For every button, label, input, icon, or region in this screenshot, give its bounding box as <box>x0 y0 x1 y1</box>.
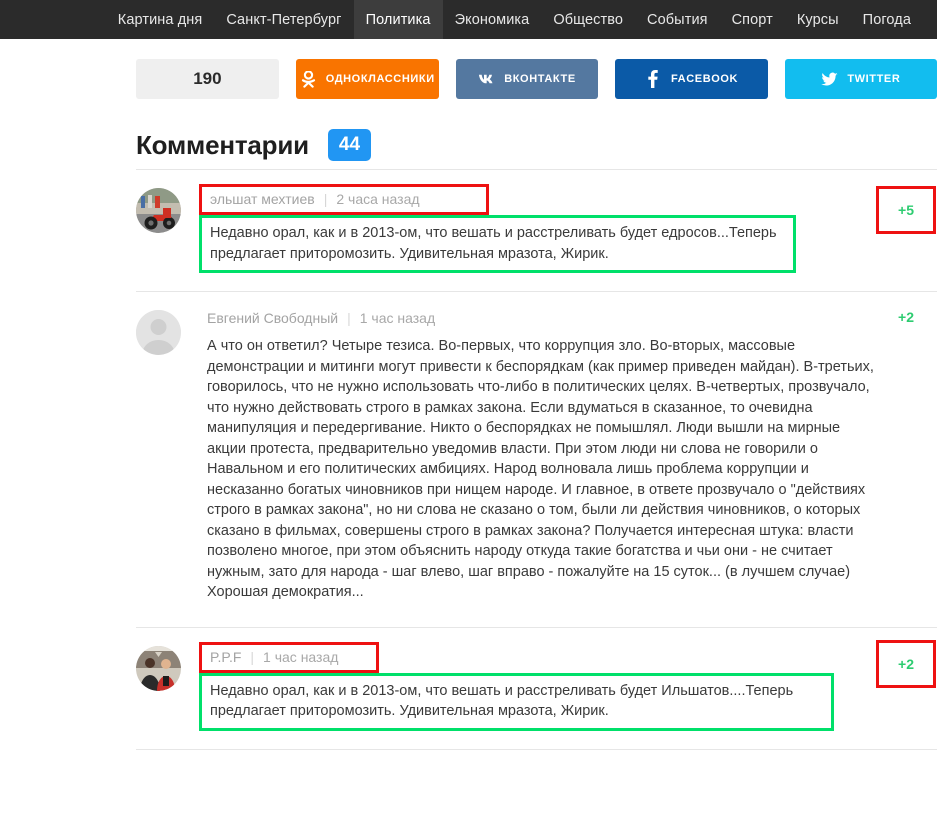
odnoklassniki-icon <box>300 70 317 88</box>
nav-item-label: Спорт <box>731 11 773 28</box>
nav-item-ekonomika[interactable]: Экономика <box>443 0 542 39</box>
comment-list: эльшат мехтиев | 2 часа назад Недавно ор… <box>136 169 937 750</box>
comment-score[interactable]: +2 <box>875 302 937 332</box>
comments-title: Комментарии <box>136 129 309 160</box>
twitter-icon <box>821 71 838 88</box>
comment-body: эльшат мехтиев | 2 часа назад Недавно ор… <box>181 184 937 273</box>
nav-item-kartina-dnya[interactable]: Картина дня <box>106 0 215 39</box>
divider <box>136 748 937 750</box>
top-navigation-bar: Картина дня Санкт-Петербург Политика Эко… <box>0 0 937 39</box>
share-button-vkontakte[interactable]: ВКОНТАКТЕ <box>455 59 599 99</box>
comment-body: P.P.F | 1 час назад Недавно орал, как и … <box>181 641 937 731</box>
nav-item-sport[interactable]: Спорт <box>720 0 785 39</box>
share-count-value: 190 <box>193 69 222 88</box>
meta-separator: | <box>323 191 328 207</box>
avatar[interactable] <box>136 645 181 691</box>
vkontakte-icon <box>478 71 495 88</box>
comment-text: Недавно орал, как и в 2013-ом, что вешат… <box>199 672 834 731</box>
comment-author[interactable]: Евгений Свободный <box>207 310 338 326</box>
avatar[interactable] <box>136 310 181 355</box>
share-count-box: 190 <box>136 59 279 99</box>
nav-item-obshchestvo[interactable]: Общество <box>541 0 635 39</box>
comment-timestamp: 1 час назад <box>263 648 339 665</box>
nav-item-sankt-peterburg[interactable]: Санкт-Петербург <box>214 0 353 39</box>
nav-item-label: Санкт-Петербург <box>226 11 342 28</box>
nav-item-label: События <box>647 11 708 28</box>
nav-item-label: Погода <box>862 11 911 28</box>
nav-item-pogoda[interactable]: Погода <box>851 0 923 39</box>
nav-item-label: Экономика <box>454 11 530 28</box>
meta-separator: | <box>347 310 351 326</box>
comment-score[interactable]: +2 <box>876 639 936 688</box>
share-button-facebook[interactable]: FACEBOOK <box>615 59 768 99</box>
comment-timestamp: 2 часа назад <box>336 191 420 207</box>
comment-timestamp: 1 час назад <box>359 310 436 326</box>
comment-author[interactable]: эльшат мехтиев <box>210 191 315 207</box>
share-button-twitter[interactable]: TWITTER <box>784 59 937 99</box>
share-button-label: TWITTER <box>847 73 901 85</box>
nav-item-kursy[interactable]: Курсы <box>785 0 851 39</box>
nav-item-politika[interactable]: Политика <box>353 0 443 39</box>
nav-item-sobytiya[interactable]: События <box>635 0 720 39</box>
social-share-row: 190 ОДНОКЛАССНИКИ ВКОНТАКТЕ FACEBOOK TWI… <box>136 39 937 99</box>
meta-separator: | <box>250 648 255 665</box>
nav-item-label: Курсы <box>796 11 839 28</box>
page-content: 190 ОДНОКЛАССНИКИ ВКОНТАКТЕ FACEBOOK TWI… <box>0 39 937 750</box>
comment-item: эльшат мехтиев | 2 часа назад Недавно ор… <box>136 170 937 291</box>
share-button-label: ОДНОКЛАССНИКИ <box>325 73 435 85</box>
comment-text: Недавно орал, как и в 2013-ом, что вешат… <box>199 215 796 273</box>
avatar[interactable] <box>136 188 181 233</box>
comment-item: P.P.F | 1 час назад Недавно орал, как и … <box>136 628 937 749</box>
comment-author[interactable]: P.P.F <box>210 649 241 665</box>
comment-item: Евгений Свободный | 1 час назад А что он… <box>136 292 937 627</box>
nav-item-label: Политика <box>365 11 431 28</box>
share-button-label: FACEBOOK <box>670 73 739 85</box>
comment-meta: Евгений Свободный | 1 час назад <box>199 306 443 331</box>
comment-body: Евгений Свободный | 1 час назад А что он… <box>181 306 937 609</box>
facebook-icon <box>645 70 662 88</box>
share-button-label: ВКОНТАКТЕ <box>504 73 576 85</box>
comment-meta: эльшат мехтиев | 2 часа назад <box>199 184 489 215</box>
comment-meta: P.P.F | 1 час назад <box>199 641 379 673</box>
comments-heading: Комментарии 44 <box>136 129 937 161</box>
share-button-odnoklassniki[interactable]: ОДНОКЛАССНИКИ <box>295 59 439 99</box>
nav-item-label: Картина дня <box>117 11 203 28</box>
comment-score[interactable]: +5 <box>876 186 936 234</box>
nav-item-label: Общество <box>553 11 624 28</box>
comment-text: А что он ответил? Четыре тезиса. Во-перв… <box>207 338 874 600</box>
comments-count-badge: 44 <box>327 129 372 161</box>
